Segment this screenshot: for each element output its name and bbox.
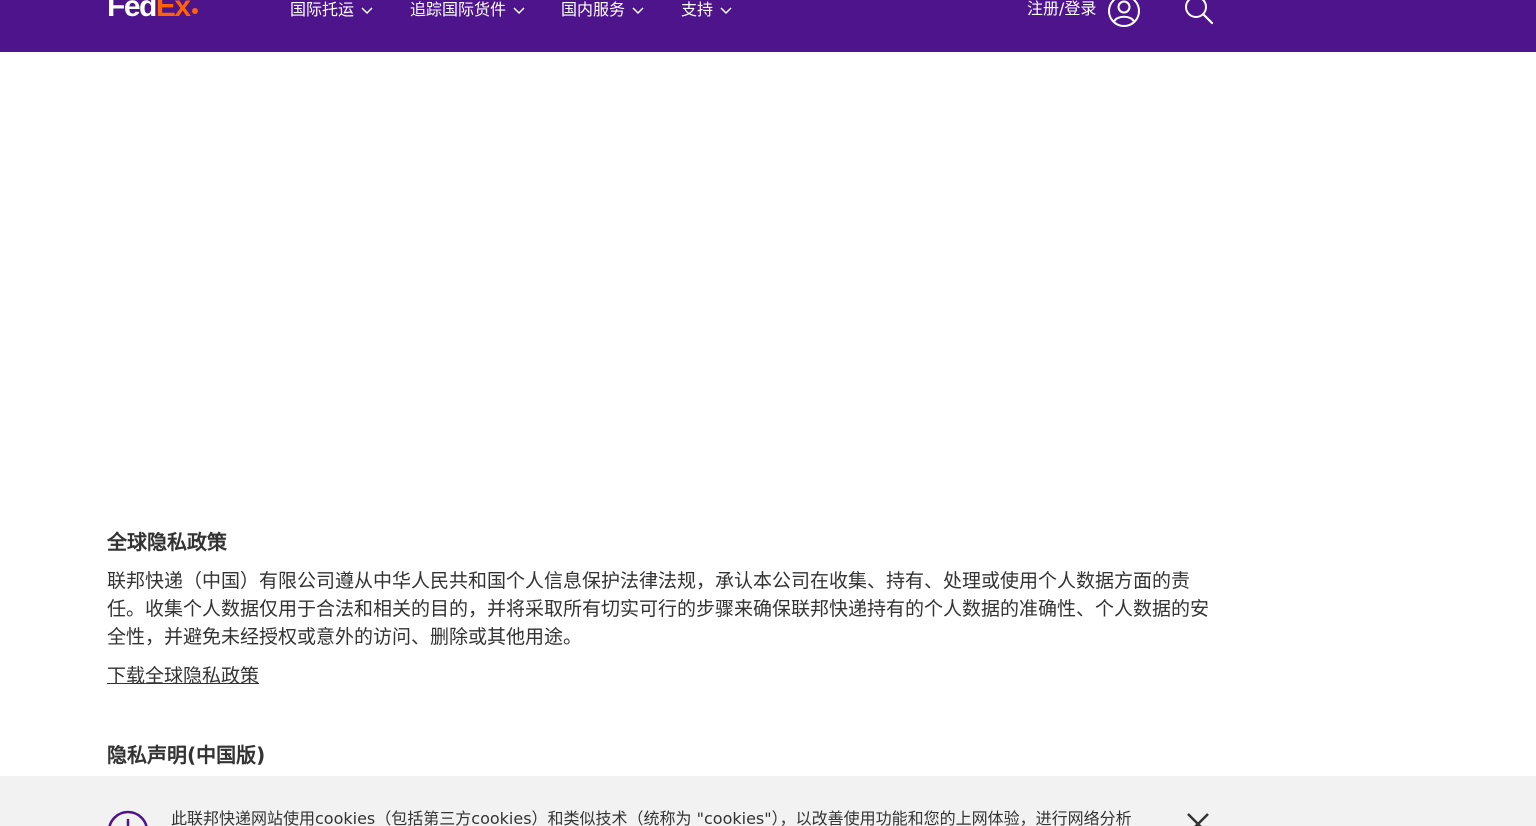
nav-support[interactable]: 支持: [681, 0, 733, 20]
chevron-down-icon: [719, 3, 733, 17]
nav-domestic-services[interactable]: 国内服务: [561, 0, 645, 20]
login-register-link[interactable]: 注册/登录: [1027, 0, 1096, 19]
close-icon[interactable]: [1186, 812, 1210, 826]
fedex-logo[interactable]: FedEx: [107, 0, 198, 24]
chevron-down-icon: [512, 3, 526, 17]
nav-label: 国内服务: [561, 0, 626, 19]
nav-track-international[interactable]: 追踪国际货件: [410, 0, 526, 20]
nav-international-shipping[interactable]: 国际托运: [290, 0, 374, 20]
search-icon[interactable]: [1182, 0, 1216, 28]
cookie-notice-text: 此联邦快递网站使用cookies（包括第三方cookies）和类似技术（统称为 …: [171, 809, 1132, 826]
china-privacy-statement-title: 隐私声明(中国版): [107, 743, 266, 767]
user-circle-icon[interactable]: [1107, 0, 1141, 28]
global-privacy-body: 联邦快递（中国）有限公司遵从中华人民共和国个人信息保护法律法规，承认本公司在收集…: [107, 570, 1210, 648]
global-privacy-title: 全球隐私政策: [107, 530, 227, 554]
cookie-banner: 此联邦快递网站使用cookies（包括第三方cookies）和类似技术（统称为 …: [0, 776, 1536, 826]
logo-ex: Ex: [155, 0, 191, 23]
info-circle-icon: [107, 810, 149, 826]
logo-fed: Fed: [107, 0, 157, 23]
chevron-down-icon: [360, 3, 374, 17]
logo-dot: [191, 8, 198, 14]
nav-label: 追踪国际货件: [410, 0, 507, 19]
download-global-privacy-link[interactable]: 下载全球隐私政策: [107, 663, 259, 689]
top-navigation-bar: FedEx 国际托运 追踪国际货件 国内服务 支持 注册/登录: [0, 0, 1536, 52]
chevron-down-icon: [631, 3, 645, 17]
nav-label: 支持: [681, 0, 714, 19]
nav-label: 国际托运: [290, 0, 355, 19]
